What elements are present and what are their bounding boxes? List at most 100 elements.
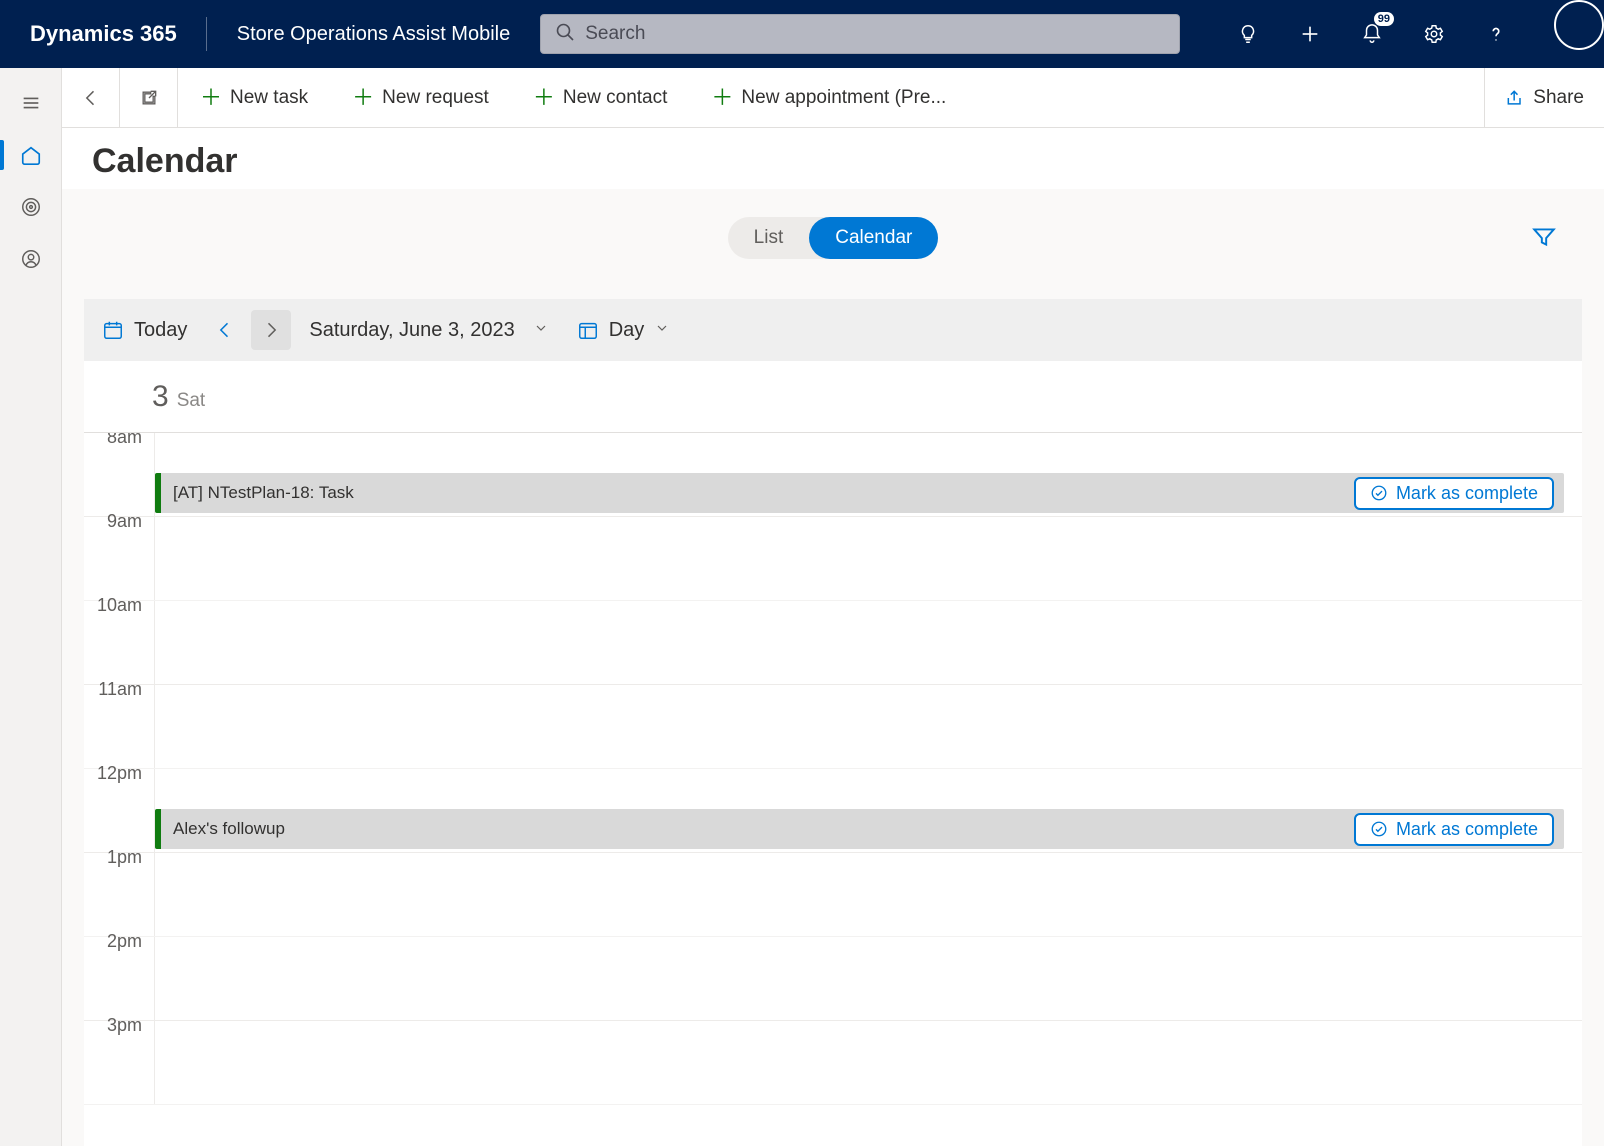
- brand[interactable]: Dynamics 365: [0, 21, 207, 47]
- plus-icon: ＋: [533, 87, 555, 109]
- shell: ＋ New task ＋ New request ＋ New contact ＋…: [0, 68, 1604, 1146]
- hour-cell[interactable]: [154, 1021, 1582, 1104]
- gear-icon[interactable]: [1404, 0, 1464, 68]
- command-bar-left: [62, 68, 178, 127]
- home-icon[interactable]: [0, 130, 62, 180]
- cmd-label: New request: [382, 87, 489, 109]
- view-selector[interactable]: Day: [577, 319, 671, 342]
- hour-cell[interactable]: [154, 937, 1582, 1020]
- share-icon: [1505, 88, 1525, 108]
- date-label: Saturday, June 3, 2023: [309, 319, 514, 342]
- filter-icon: [1531, 224, 1557, 250]
- hour-row[interactable]: 3pm: [84, 1021, 1582, 1105]
- mark-complete-button[interactable]: Mark as complete: [1354, 813, 1554, 846]
- plus-icon: ＋: [352, 87, 374, 109]
- page-header: Calendar: [62, 128, 1604, 189]
- view-label: Day: [609, 319, 645, 342]
- today-label: Today: [134, 319, 187, 342]
- hour-row[interactable]: 2pm: [84, 937, 1582, 1021]
- search-wrap: [540, 14, 1198, 54]
- popout-button[interactable]: [120, 68, 178, 127]
- calendar-event[interactable]: [AT] NTestPlan-18: Task Mark as complete: [155, 473, 1564, 513]
- nav-icons: 99: [1218, 0, 1584, 68]
- hamburger-icon[interactable]: [0, 78, 62, 128]
- hour-cell[interactable]: Alex's followupMark as complete: [154, 853, 1582, 936]
- hour-label: 3pm: [84, 1009, 154, 1092]
- day-number: 3: [152, 380, 169, 414]
- calendar-toolbar: Today Saturday, June 3, 2023: [84, 299, 1582, 361]
- content: List Calendar Today: [62, 189, 1604, 1146]
- cmd-label: New contact: [563, 87, 668, 109]
- hour-cell[interactable]: [AT] NTestPlan-18: TaskMark as complete: [154, 517, 1582, 600]
- new-appointment-button[interactable]: ＋ New appointment (Pre...: [689, 68, 968, 127]
- hour-row[interactable]: 9am[AT] NTestPlan-18: TaskMark as comple…: [84, 517, 1582, 601]
- next-day-button[interactable]: [251, 310, 291, 350]
- app-name[interactable]: Store Operations Assist Mobile: [207, 23, 540, 46]
- calendar: 3 Sat 8am9am[AT] NTestPlan-18: TaskMark …: [84, 361, 1582, 1146]
- lightbulb-icon[interactable]: [1218, 0, 1278, 68]
- event-label: Alex's followup: [173, 819, 285, 839]
- hour-label: 1pm: [84, 841, 154, 924]
- cmd-label: New task: [230, 87, 308, 109]
- calendar-day-header: 3 Sat: [84, 361, 1582, 433]
- mark-complete-button[interactable]: Mark as complete: [1354, 477, 1554, 510]
- calendar-event[interactable]: Alex's followup Mark as complete: [155, 809, 1564, 849]
- search-field[interactable]: [540, 14, 1180, 54]
- hour-row[interactable]: 1pmAlex's followupMark as complete: [84, 853, 1582, 937]
- hour-label: 11am: [84, 673, 154, 756]
- check-circle-icon: [1370, 484, 1388, 502]
- calendar-today-icon: [102, 319, 124, 341]
- hour-row[interactable]: 11am: [84, 685, 1582, 769]
- chevron-down-icon: [654, 319, 670, 342]
- share-label: Share: [1533, 87, 1584, 109]
- today-button[interactable]: Today: [102, 319, 187, 342]
- side-rail: [0, 68, 62, 1146]
- new-task-button[interactable]: ＋ New task: [178, 68, 330, 127]
- toggle-calendar[interactable]: Calendar: [809, 217, 938, 259]
- bell-icon[interactable]: 99: [1342, 0, 1402, 68]
- hour-label: 2pm: [84, 925, 154, 1008]
- notification-badge: 99: [1374, 12, 1394, 26]
- filter-button[interactable]: [1524, 217, 1564, 257]
- new-request-button[interactable]: ＋ New request: [330, 68, 511, 127]
- new-contact-button[interactable]: ＋ New contact: [511, 68, 690, 127]
- mark-complete-label: Mark as complete: [1396, 819, 1538, 840]
- search-input[interactable]: [585, 23, 1165, 45]
- plus-icon: ＋: [711, 87, 733, 109]
- page-title: Calendar: [92, 142, 1574, 181]
- view-toggle-row: List Calendar: [62, 189, 1604, 269]
- event-label: [AT] NTestPlan-18: Task: [173, 483, 354, 503]
- chevron-down-icon: [533, 319, 549, 342]
- mark-complete-label: Mark as complete: [1396, 483, 1538, 504]
- day-header[interactable]: 3 Sat: [144, 380, 205, 414]
- plus-icon: ＋: [200, 87, 222, 109]
- prev-day-button[interactable]: [205, 310, 245, 350]
- hour-label: 9am: [84, 505, 154, 588]
- view-toggle: List Calendar: [728, 217, 939, 259]
- calendar-nav: [205, 310, 291, 350]
- check-circle-icon: [1370, 820, 1388, 838]
- hour-cell[interactable]: [154, 685, 1582, 768]
- calendar-grid[interactable]: 8am9am[AT] NTestPlan-18: TaskMark as com…: [84, 433, 1582, 1146]
- main-area: ＋ New task ＋ New request ＋ New contact ＋…: [62, 68, 1604, 1146]
- share-button[interactable]: Share: [1484, 68, 1604, 127]
- hour-label: 8am: [84, 433, 154, 504]
- help-icon[interactable]: [1466, 0, 1526, 68]
- target-icon[interactable]: [0, 182, 62, 232]
- search-icon: [555, 22, 575, 47]
- cmd-label: New appointment (Pre...: [741, 87, 946, 109]
- top-nav: Dynamics 365 Store Operations Assist Mob…: [0, 0, 1604, 68]
- person-icon[interactable]: [0, 234, 62, 284]
- hour-cell[interactable]: [154, 601, 1582, 684]
- back-button[interactable]: [62, 68, 120, 127]
- calendar-view-icon: [577, 319, 599, 341]
- toggle-list[interactable]: List: [728, 217, 810, 259]
- avatar[interactable]: [1554, 0, 1604, 50]
- day-of-week: Sat: [177, 390, 206, 412]
- hour-label: 10am: [84, 589, 154, 672]
- add-icon[interactable]: [1280, 0, 1340, 68]
- hour-row[interactable]: 10am: [84, 601, 1582, 685]
- hour-label: 12pm: [84, 757, 154, 840]
- command-bar: ＋ New task ＋ New request ＋ New contact ＋…: [62, 68, 1604, 128]
- date-picker[interactable]: Saturday, June 3, 2023: [309, 319, 548, 342]
